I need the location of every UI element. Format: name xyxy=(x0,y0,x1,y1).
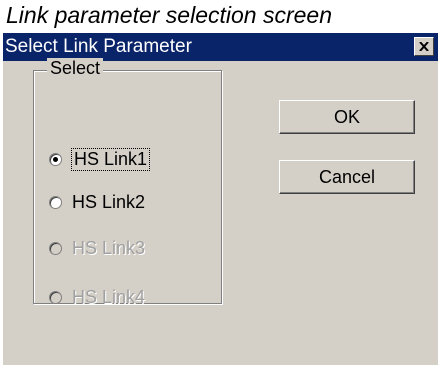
radio-label-hs-link2: HS Link2 xyxy=(72,192,146,212)
radio-label-hs-link3: HS Link3 xyxy=(72,238,146,258)
ok-button[interactable]: OK xyxy=(279,100,415,134)
cancel-button[interactable]: Cancel xyxy=(279,160,415,194)
radio-label-hs-link1: HS Link1 xyxy=(70,148,151,171)
radio-hs-link1[interactable]: HS Link1 xyxy=(49,148,151,171)
radio-button-disabled-icon xyxy=(49,242,62,255)
window-title: Select Link Parameter xyxy=(5,36,192,57)
radio-hs-link3: HS Link3 xyxy=(49,238,145,259)
title-bar[interactable]: Select Link Parameter xyxy=(3,33,438,61)
close-x-icon xyxy=(419,42,429,51)
groupbox-label: Select xyxy=(47,58,104,79)
figure-caption: Link parameter selection screen xyxy=(6,2,332,28)
close-button[interactable] xyxy=(414,37,434,56)
radio-button-checked-icon[interactable] xyxy=(49,153,62,166)
radio-hs-link4: HS Link4 xyxy=(49,287,145,308)
select-groupbox xyxy=(33,70,222,304)
radio-hs-link2[interactable]: HS Link2 xyxy=(49,192,145,213)
radio-button-icon[interactable] xyxy=(49,196,62,209)
radio-button-disabled-icon xyxy=(49,291,62,304)
radio-label-hs-link4: HS Link4 xyxy=(72,287,146,307)
